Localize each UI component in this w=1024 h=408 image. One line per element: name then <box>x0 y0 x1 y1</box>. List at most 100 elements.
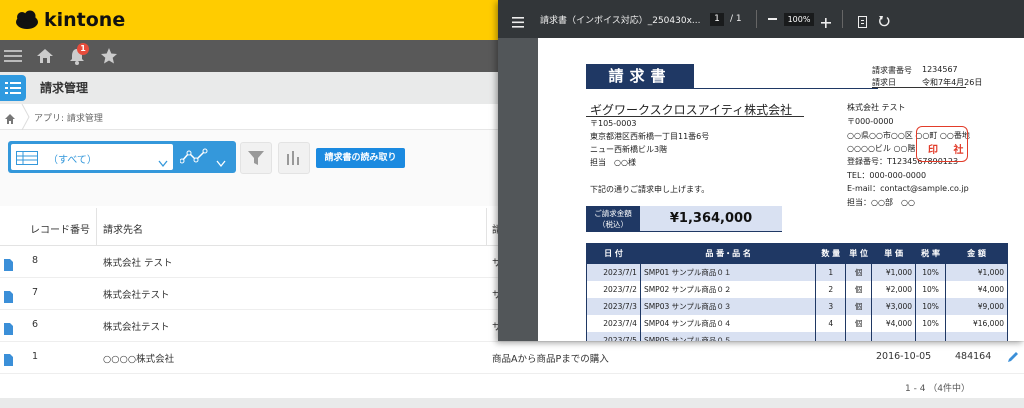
kintone-logo[interactable]: kintone <box>14 8 125 32</box>
pdf-zoom-input[interactable]: 100% <box>784 13 814 26</box>
record-detail-icon[interactable] <box>4 320 13 335</box>
client-name: 株式会社テスト <box>103 322 170 333</box>
home-icon[interactable] <box>34 45 56 67</box>
col-amount: 金 額 <box>945 243 1008 264</box>
line-tax: 10% <box>915 280 947 298</box>
issuer-name: 株式会社 テスト <box>847 103 906 112</box>
column-header-client[interactable]: 請求先名 <box>103 221 143 236</box>
app-list-icon[interactable] <box>0 75 26 101</box>
cybozu-logo-icon <box>16 10 38 29</box>
record-detail-icon[interactable] <box>4 288 13 303</box>
col-unit: 単 位 <box>845 243 873 264</box>
line-tax: 10% <box>915 314 947 332</box>
chevron-down-icon <box>158 153 168 168</box>
record-number: 6 <box>32 319 39 330</box>
line-item: SMP02 サンプル商品０２ <box>639 280 817 298</box>
invoice-items-table: 日 付 品 番・品 名 数 量 単 位 単 価 税 率 金 額 2023/7/1… <box>586 243 1008 341</box>
total-amount: ¥1,364,000 <box>640 206 782 232</box>
pdf-page-input[interactable]: 1 <box>710 13 724 26</box>
title-underline <box>586 88 878 89</box>
line-item: SMP01 サンプル商品０１ <box>639 263 817 281</box>
zoom-out-icon[interactable] <box>768 18 777 20</box>
edit-pencil-icon[interactable] <box>1006 349 1020 363</box>
line-date: 2023/7/1 <box>586 263 641 281</box>
rotate-icon[interactable] <box>878 12 890 31</box>
header-rule <box>872 87 966 88</box>
line-price: ¥3,000 <box>871 297 917 315</box>
client-person: 担当 ○○様 <box>590 158 636 167</box>
issuer-tel: TEL：000-000-0000 <box>847 171 927 180</box>
line-unit: 個 <box>845 314 873 332</box>
logo-text: kintone <box>44 9 126 31</box>
invoice-number-label: 請求書番号 <box>872 66 912 75</box>
invoice-line: 2023/7/3 SMP03 サンプル商品０３ 3 個 ¥3,000 10% ¥… <box>586 297 1008 315</box>
line-date: 2023/7/2 <box>586 280 641 298</box>
view-label: （すべて） <box>48 155 97 166</box>
line-amount <box>945 331 1008 341</box>
client-rule <box>586 116 804 117</box>
col-date: 日 付 <box>586 243 641 264</box>
invoice-line: 2023/7/1 SMP01 サンプル商品０１ 1 個 ¥1,000 10% ¥… <box>586 263 1008 281</box>
read-invoice-button[interactable]: 請求書の読み取り <box>316 148 405 168</box>
record-number: 8 <box>32 255 39 266</box>
record-number: 7 <box>32 287 39 298</box>
seal-text: 印 社 <box>928 145 970 156</box>
chart-button[interactable] <box>278 142 310 174</box>
bar-chart-icon <box>287 151 299 165</box>
total-label-line2: （税込） <box>598 220 628 229</box>
filter-button[interactable] <box>240 142 272 174</box>
record-detail-icon[interactable] <box>4 256 13 271</box>
line-unit <box>845 331 873 341</box>
graph-view-icon[interactable] <box>179 147 208 167</box>
client-name: 株式会社 テスト <box>103 258 173 269</box>
client-address-2: ニュー西新橋ビル3階 <box>590 145 668 154</box>
zoom-in-icon[interactable] <box>821 13 831 32</box>
column-divider <box>486 208 487 246</box>
column-header-record-number[interactable]: レコード番号 <box>30 221 90 236</box>
record-detail-icon[interactable] <box>4 351 13 366</box>
client-postal: 〒105-0003 <box>590 119 637 128</box>
line-amount: ¥16,000 <box>945 314 1008 332</box>
app-title[interactable]: 請求管理 <box>40 79 88 96</box>
total-label-line1: ご請求金額 <box>594 209 632 218</box>
pdf-page-total: / 1 <box>730 14 742 24</box>
invoice-amount: 484164 <box>955 351 992 362</box>
line-date: 2023/7/3 <box>586 297 641 315</box>
filter-icon <box>248 151 264 165</box>
pdf-toolbar-divider <box>756 10 757 28</box>
line-item: SMP05 サンプル商品０５ <box>639 331 817 341</box>
star-icon[interactable] <box>98 45 120 67</box>
greeting-text: 下記の通りご請求申し上げます。 <box>590 185 710 194</box>
line-unit: 個 <box>845 297 873 315</box>
line-item: SMP03 サンプル商品０３ <box>639 297 817 315</box>
col-tax: 税 率 <box>915 243 947 264</box>
invoice-date: 2016-10-05 <box>876 351 932 362</box>
pdf-page: 請求書 請求書番号 1234567 請求日 令和7年4月26日 ギグワークスクロ… <box>538 38 1024 341</box>
line-amount: ¥1,000 <box>945 263 1008 281</box>
line-qty: 3 <box>815 297 847 315</box>
record-number: 1 <box>32 351 39 362</box>
client-address: 東京都港区西新橋一丁目11番6号 <box>590 132 710 141</box>
invoice-line: 2023/7/2 SMP02 サンプル商品０２ 2 個 ¥2,000 10% ¥… <box>586 280 1008 298</box>
line-qty: 4 <box>815 314 847 332</box>
breadcrumb-app[interactable]: アプリ: 請求管理 <box>34 111 103 124</box>
issuer-person: 担当：○○部 ○○ <box>847 198 915 207</box>
graph-chevron-down-icon[interactable] <box>216 153 226 168</box>
line-tax: 10% <box>915 263 947 281</box>
table-view-icon <box>16 150 38 165</box>
client-name: 株式会社テスト <box>103 290 170 301</box>
page-footer <box>0 398 1024 408</box>
pdf-menu-icon[interactable] <box>512 13 524 32</box>
invoice-number: 1234567 <box>922 65 958 74</box>
pdf-toolbar-divider <box>842 10 843 28</box>
line-qty: 1 <box>815 263 847 281</box>
invoice-line: 2023/7/5 SMP05 サンプル商品０５ <box>586 331 1008 341</box>
total-label: ご請求金額 （税込） <box>586 206 640 232</box>
breadcrumb-home-icon[interactable] <box>4 110 16 124</box>
menu-icon[interactable] <box>2 45 24 67</box>
invoice-line: 2023/7/4 SMP04 サンプル商品０４ 4 個 ¥4,000 10% ¥… <box>586 314 1008 332</box>
fit-page-icon[interactable] <box>858 13 867 32</box>
pdf-viewer: 請求書（インボイス対応）_250430x... 1 / 1 100% 請求書 請… <box>498 0 1024 341</box>
line-price: ¥2,000 <box>871 280 917 298</box>
breadcrumb-separator-icon <box>21 103 31 131</box>
